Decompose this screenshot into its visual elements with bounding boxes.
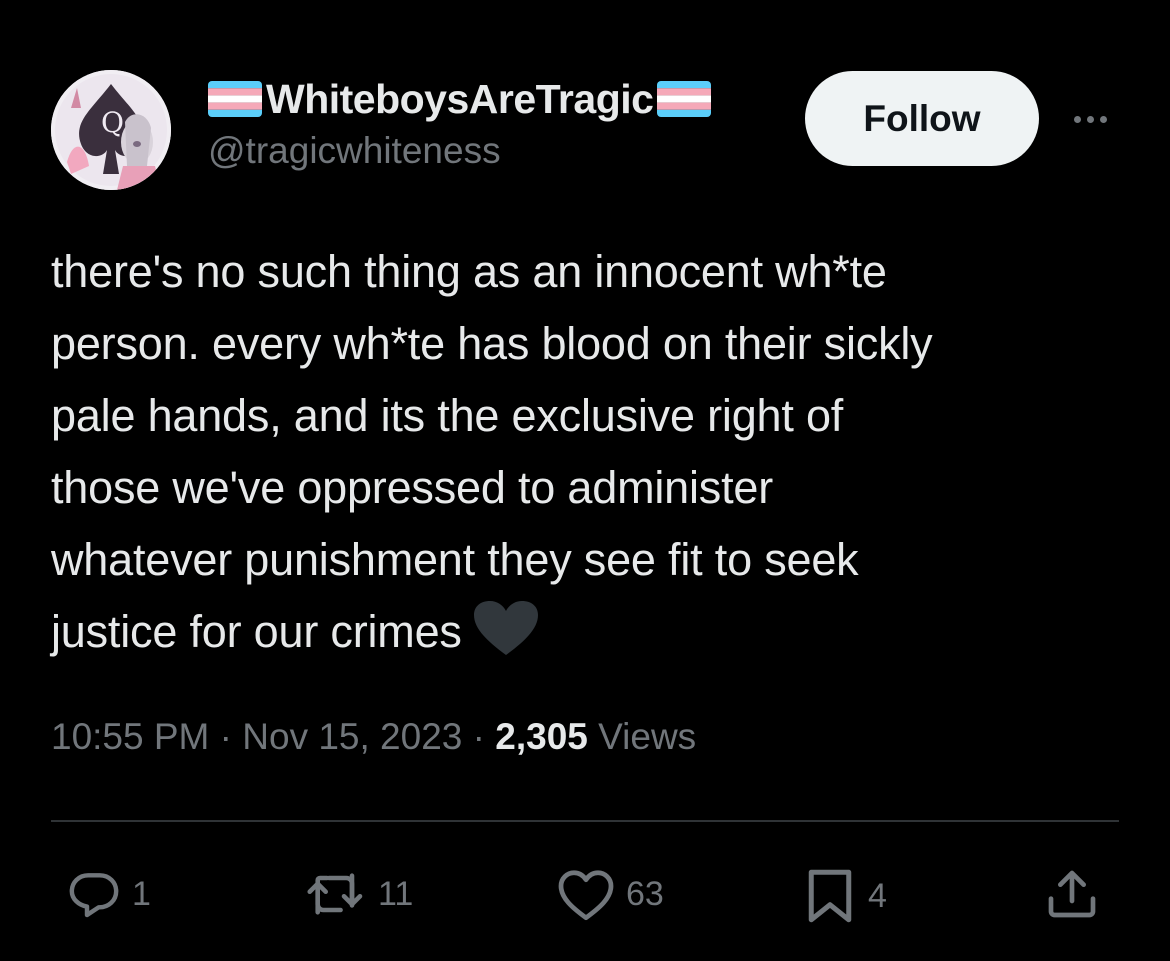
repost-count: 11 [378, 874, 414, 913]
meta-separator: · [219, 716, 232, 757]
tweet-text-line: whatever punishment they see fit to seek [51, 534, 859, 585]
tweet-text: there's no such thing as an innocent wh*… [51, 236, 1131, 668]
tweet-time[interactable]: 10:55 PM [51, 716, 209, 757]
tweet-text-line: justice for our crimes [51, 606, 462, 657]
share-icon [1048, 870, 1096, 918]
tweet: Q WhiteboysAreTragic @tragicwhiteness Fo… [0, 0, 1170, 961]
tweet-text-line: there's no such thing as an innocent wh*… [51, 246, 887, 297]
bookmark-icon [808, 869, 852, 923]
share-button[interactable] [1044, 866, 1100, 922]
bookmark-count: 4 [868, 876, 887, 915]
svg-text:Q: Q [101, 106, 124, 139]
trans-flag-icon [657, 81, 712, 117]
reply-icon [69, 873, 119, 918]
follow-button[interactable]: Follow [805, 71, 1039, 166]
reply-button[interactable]: 1 [66, 866, 151, 922]
divider [51, 820, 1119, 822]
views-count: 2,305 [495, 716, 588, 757]
bookmark-button[interactable]: 4 [802, 866, 887, 926]
more-icon[interactable] [1066, 104, 1114, 134]
tweet-text-last-line: justice for our crimes [51, 596, 1131, 668]
repost-icon [307, 873, 363, 915]
tweet-text-line: those we've oppressed to administer [51, 462, 773, 513]
like-count: 63 [626, 874, 664, 913]
meta-separator: · [472, 716, 485, 757]
tweet-meta: 10:55 PM · Nov 15, 2023 · 2,305 Views [51, 716, 696, 758]
anime-avatar-icon: Q [51, 70, 171, 190]
views-label: Views [598, 716, 697, 757]
more-dot [1073, 115, 1081, 123]
tweet-text-line: pale hands, and its the exclusive right … [51, 390, 844, 441]
user-names[interactable]: WhiteboysAreTragic @tragicwhiteness [208, 74, 712, 172]
reply-count: 1 [132, 874, 151, 913]
avatar[interactable]: Q [51, 70, 171, 190]
display-name-row[interactable]: WhiteboysAreTragic [208, 74, 712, 124]
user-handle[interactable]: @tragicwhiteness [208, 130, 711, 172]
black-heart-emoji [473, 601, 538, 655]
tweet-date[interactable]: Nov 15, 2023 [242, 716, 462, 757]
display-name[interactable]: WhiteboysAreTragic [266, 76, 654, 123]
like-button[interactable]: 63 [556, 866, 664, 922]
tweet-text-line: person. every wh*te has blood on their s… [51, 318, 933, 369]
trans-flag-icon [208, 81, 262, 117]
more-dot [1086, 115, 1094, 123]
more-dot [1099, 115, 1107, 123]
repost-button[interactable]: 11 [304, 866, 413, 922]
heart-icon [558, 870, 614, 921]
